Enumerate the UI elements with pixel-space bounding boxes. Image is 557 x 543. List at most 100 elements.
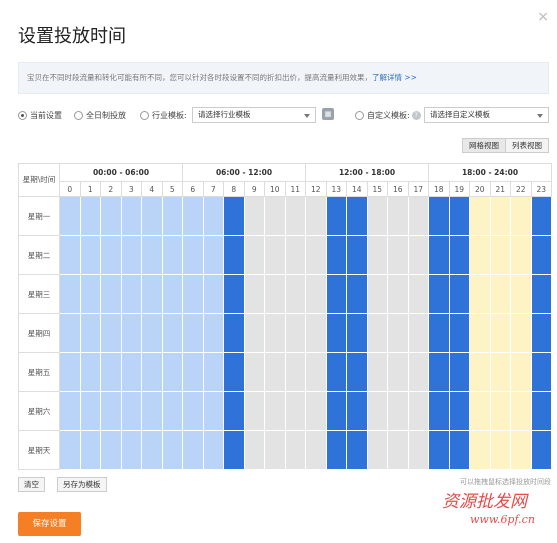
- time-slot-cell[interactable]: [511, 353, 532, 392]
- time-slot-cell[interactable]: [490, 392, 511, 431]
- industry-template-select[interactable]: 请选择行业模板: [192, 107, 316, 123]
- time-slot-cell[interactable]: [80, 431, 101, 470]
- time-slot-cell[interactable]: [429, 275, 450, 314]
- option-all-day[interactable]: 全日制投放: [74, 110, 126, 121]
- hour-header[interactable]: 18: [429, 182, 450, 197]
- hour-header[interactable]: 17: [409, 182, 429, 197]
- time-slot-cell[interactable]: [429, 392, 450, 431]
- time-slot-cell[interactable]: [388, 353, 409, 392]
- time-slot-cell[interactable]: [347, 275, 368, 314]
- time-slot-cell[interactable]: [265, 197, 286, 236]
- time-slot-cell[interactable]: [367, 392, 388, 431]
- time-slot-cell[interactable]: [511, 275, 532, 314]
- time-slot-cell[interactable]: [367, 197, 388, 236]
- time-slot-cell[interactable]: [326, 431, 347, 470]
- time-slot-cell[interactable]: [183, 275, 204, 314]
- time-slot-cell[interactable]: [265, 392, 286, 431]
- time-slot-cell[interactable]: [429, 314, 450, 353]
- time-slot-cell[interactable]: [60, 353, 81, 392]
- time-slot-cell[interactable]: [121, 431, 142, 470]
- time-slot-cell[interactable]: [531, 197, 552, 236]
- hour-header[interactable]: 16: [388, 182, 409, 197]
- time-slot-cell[interactable]: [265, 353, 286, 392]
- time-slot-cell[interactable]: [244, 197, 265, 236]
- time-slot-cell[interactable]: [162, 197, 183, 236]
- time-slot-cell[interactable]: [224, 353, 245, 392]
- save-settings-button[interactable]: 保存设置: [18, 512, 81, 536]
- time-slot-cell[interactable]: [101, 314, 122, 353]
- time-slot-cell[interactable]: [306, 197, 327, 236]
- time-slot-cell[interactable]: [388, 314, 409, 353]
- clear-button[interactable]: 清空: [18, 477, 45, 492]
- time-slot-cell[interactable]: [203, 392, 224, 431]
- time-slot-cell[interactable]: [306, 431, 327, 470]
- time-slot-cell[interactable]: [511, 197, 532, 236]
- time-slot-cell[interactable]: [326, 314, 347, 353]
- time-slot-cell[interactable]: [121, 314, 142, 353]
- time-slot-cell[interactable]: [203, 353, 224, 392]
- time-slot-cell[interactable]: [429, 197, 450, 236]
- time-slot-cell[interactable]: [80, 392, 101, 431]
- time-slot-cell[interactable]: [142, 392, 163, 431]
- time-slot-cell[interactable]: [244, 275, 265, 314]
- time-slot-cell[interactable]: [429, 353, 450, 392]
- time-slot-cell[interactable]: [326, 236, 347, 275]
- time-slot-cell[interactable]: [408, 431, 429, 470]
- time-slot-cell[interactable]: [326, 392, 347, 431]
- time-slot-cell[interactable]: [347, 392, 368, 431]
- time-slot-cell[interactable]: [265, 236, 286, 275]
- hour-header[interactable]: 23: [532, 182, 552, 197]
- time-slot-cell[interactable]: [142, 275, 163, 314]
- time-slot-cell[interactable]: [531, 236, 552, 275]
- time-slot-cell[interactable]: [306, 314, 327, 353]
- period-header[interactable]: 12:00 - 18:00: [306, 164, 429, 182]
- time-slot-cell[interactable]: [429, 236, 450, 275]
- time-slot-cell[interactable]: [183, 431, 204, 470]
- time-slot-cell[interactable]: [121, 236, 142, 275]
- hour-header[interactable]: 14: [347, 182, 368, 197]
- hour-header[interactable]: 1: [81, 182, 101, 197]
- time-slot-cell[interactable]: [531, 353, 552, 392]
- radio-industry[interactable]: [140, 111, 149, 120]
- day-label[interactable]: 星期二: [18, 236, 60, 275]
- time-slot-cell[interactable]: [470, 314, 491, 353]
- radio-current[interactable]: [18, 111, 27, 120]
- day-label[interactable]: 星期五: [18, 353, 60, 392]
- day-label[interactable]: 星期三: [18, 275, 60, 314]
- time-slot-cell[interactable]: [347, 197, 368, 236]
- time-slot-cell[interactable]: [470, 236, 491, 275]
- period-header[interactable]: 00:00 - 06:00: [60, 164, 183, 182]
- time-slot-cell[interactable]: [142, 353, 163, 392]
- time-slot-cell[interactable]: [490, 314, 511, 353]
- time-slot-cell[interactable]: [285, 314, 306, 353]
- time-slot-cell[interactable]: [449, 236, 470, 275]
- hour-header[interactable]: 8: [224, 182, 245, 197]
- time-slot-cell[interactable]: [60, 431, 81, 470]
- time-slot-cell[interactable]: [162, 431, 183, 470]
- time-slot-cell[interactable]: [244, 353, 265, 392]
- radio-all-day[interactable]: [74, 111, 83, 120]
- time-slot-cell[interactable]: [80, 275, 101, 314]
- time-slot-cell[interactable]: [80, 197, 101, 236]
- time-slot-cell[interactable]: [326, 353, 347, 392]
- time-slot-cell[interactable]: [80, 236, 101, 275]
- time-slot-cell[interactable]: [429, 431, 450, 470]
- time-slot-cell[interactable]: [101, 431, 122, 470]
- time-slot-cell[interactable]: [183, 236, 204, 275]
- time-slot-cell[interactable]: [142, 314, 163, 353]
- time-slot-cell[interactable]: [162, 392, 183, 431]
- time-slot-cell[interactable]: [60, 314, 81, 353]
- list-view-button[interactable]: 列表视图: [506, 138, 549, 153]
- time-slot-cell[interactable]: [449, 353, 470, 392]
- time-slot-cell[interactable]: [408, 392, 429, 431]
- time-slot-cell[interactable]: [80, 353, 101, 392]
- hour-header[interactable]: 0: [60, 182, 81, 197]
- radio-custom[interactable]: [355, 111, 364, 120]
- time-slot-cell[interactable]: [490, 275, 511, 314]
- time-slot-cell[interactable]: [408, 275, 429, 314]
- hour-header[interactable]: 4: [142, 182, 163, 197]
- time-slot-cell[interactable]: [80, 314, 101, 353]
- hour-header[interactable]: 12: [306, 182, 327, 197]
- time-slot-cell[interactable]: [511, 431, 532, 470]
- time-slot-cell[interactable]: [470, 431, 491, 470]
